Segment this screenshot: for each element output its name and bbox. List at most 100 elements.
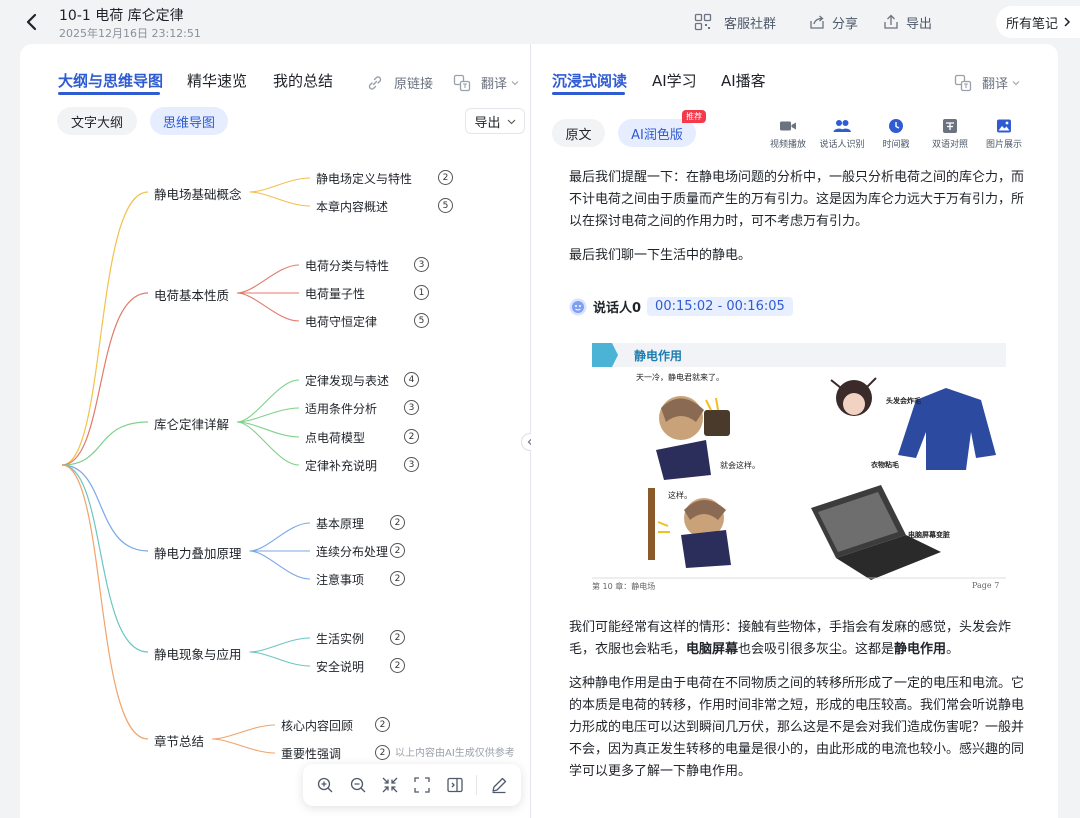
mindmap-toolbar xyxy=(303,764,521,806)
edit-button[interactable] xyxy=(488,774,510,796)
mode-ai-polished[interactable]: AI润色版 xyxy=(618,119,696,147)
image-display-tool[interactable]: 图片展示 xyxy=(977,118,1031,150)
mindmap-child-node[interactable]: 点电荷模型 xyxy=(305,429,365,446)
toolbar-divider xyxy=(476,775,478,795)
mindmap-child-node[interactable]: 本章内容概述 xyxy=(316,198,388,215)
mindmap-child-node[interactable]: 连续分布处理 xyxy=(316,543,388,560)
mindmap-branch-node[interactable]: 电荷基本性质 xyxy=(154,285,229,304)
mindmap-count-badge[interactable]: 2 xyxy=(438,170,453,185)
split-view-button[interactable] xyxy=(444,774,466,796)
users-icon xyxy=(833,120,851,132)
mindmap-child-node[interactable]: 电荷分类与特性 xyxy=(305,257,389,274)
export-top-button[interactable]: 导出 xyxy=(882,10,932,34)
mindmap-child-node[interactable]: 定律补充说明 xyxy=(305,457,377,474)
mindmap-child-node[interactable]: 电荷守恒定律 xyxy=(305,313,377,330)
mindmap-child-connector xyxy=(236,264,300,294)
tab-ai-learning[interactable]: AI学习 xyxy=(652,70,697,91)
collapse-all-button[interactable] xyxy=(379,774,401,796)
book-page-image[interactable]: 静电作用 天一冷，静电君就来了。 就会这样。 头发会炸毛 衣物粘毛 这样。 电脑… xyxy=(586,340,1006,595)
mindmap-count-badge[interactable]: 2 xyxy=(404,429,419,444)
image-icon xyxy=(997,119,1011,133)
mindmap-child-connector xyxy=(236,421,300,466)
mode-original[interactable]: 原文 xyxy=(552,119,605,147)
mindmap-connectors xyxy=(61,177,311,754)
mindmap-count-badge[interactable]: 3 xyxy=(404,457,419,472)
tab-ai-podcast[interactable]: AI播客 xyxy=(721,70,766,91)
timestamp-tool[interactable]: 时间戳 xyxy=(869,118,923,150)
mindmap-count-badge[interactable]: 3 xyxy=(404,400,419,415)
mindmap-count-badge[interactable]: 2 xyxy=(375,745,390,760)
mindmap-child-node[interactable]: 重要性强调 xyxy=(281,745,341,762)
mindmap-count-badge[interactable]: 2 xyxy=(375,717,390,732)
chevron-left-icon xyxy=(26,13,37,31)
mindmap-child-connector xyxy=(236,379,300,423)
mindmap-branch-node[interactable]: 静电场基础概念 xyxy=(154,184,242,203)
mindmap-branch-node[interactable]: 章节总结 xyxy=(154,731,204,750)
mindmap-count-badge[interactable]: 2 xyxy=(390,543,405,558)
timestamp-range[interactable]: 00:15:02 - 00:16:05 xyxy=(647,297,793,316)
mindmap-count-badge[interactable]: 2 xyxy=(390,571,405,586)
mindmap-count-badge[interactable]: 2 xyxy=(390,515,405,530)
book-footer-chapter: 第 10 章：静电场 xyxy=(592,582,656,591)
timestamp-tool-label: 时间戳 xyxy=(882,140,910,150)
video-play-tool[interactable]: 视频播放 xyxy=(761,118,815,150)
bilingual-icon xyxy=(943,119,957,133)
mindmap-branch-connector xyxy=(61,191,149,466)
image-display-label: 图片展示 xyxy=(985,140,1022,150)
back-button[interactable] xyxy=(20,10,44,34)
mindmap-child-node[interactable]: 核心内容回顾 xyxy=(281,717,353,734)
mindmap-child-node[interactable]: 基本原理 xyxy=(316,515,364,532)
mindmap-count-badge[interactable]: 5 xyxy=(414,313,429,328)
mindmap-child-node[interactable]: 注意事项 xyxy=(316,571,364,588)
video-play-label: 视频播放 xyxy=(769,140,806,150)
mindmap-branch-node[interactable]: 静电现象与应用 xyxy=(154,644,242,663)
mindmap-count-badge[interactable]: 2 xyxy=(390,630,405,645)
all-notes-button[interactable]: 所有笔记 xyxy=(996,6,1080,38)
share-button[interactable]: 分享 xyxy=(808,10,858,34)
mindmap-child-node[interactable]: 适用条件分析 xyxy=(305,400,377,417)
top-bar: 10-1 电荷 库仑定律 2025年12月16日 23:12:51 客服社群 分… xyxy=(0,0,1080,44)
bilingual-tool[interactable]: 双语对照 xyxy=(923,118,977,150)
mindmap-child-node[interactable]: 静电场定义与特性 xyxy=(316,170,412,187)
mindmap-child-connector xyxy=(249,550,311,580)
book-footer-page: Page 7 xyxy=(972,581,1000,590)
clock-icon xyxy=(889,119,903,133)
mindmap-count-badge[interactable]: 3 xyxy=(414,257,429,272)
zoom-out-icon xyxy=(350,777,366,793)
paragraph: 最后我们聊一下生活中的静电。 xyxy=(569,248,752,263)
share-icon xyxy=(810,15,824,29)
book-caption: 这样。 xyxy=(668,491,692,500)
translate-icon xyxy=(954,74,972,91)
mindmap-child-connector xyxy=(211,724,276,740)
reading-panel: 沉浸式阅读 AI学习 AI播客 翻译 原文 AI润色版 推荐 视频播放 说话人识… xyxy=(531,44,1058,818)
book-caption: 头发会炸毛 xyxy=(886,397,921,405)
zoom-in-button[interactable] xyxy=(314,774,336,796)
document-title: 10-1 电荷 库仑定律 xyxy=(59,8,184,24)
mindmap-child-node[interactable]: 生活实例 xyxy=(316,630,364,647)
mindmap-branch-node[interactable]: 库仑定律详解 xyxy=(154,414,229,433)
mindmap-child-connector xyxy=(236,292,300,322)
fullscreen-button[interactable] xyxy=(411,774,433,796)
speaker-id-tool[interactable]: 说话人识别 xyxy=(815,118,869,150)
mindmap-branch-connector xyxy=(61,464,149,552)
translate-right-label: 翻译 xyxy=(982,77,1009,92)
service-group-button[interactable]: 客服社群 xyxy=(694,10,776,34)
document-date: 2025年12月16日 23:12:51 xyxy=(59,27,201,40)
grid-qr-icon xyxy=(694,13,712,31)
zoom-in-icon xyxy=(318,777,333,793)
translate-right-button[interactable]: 翻译 xyxy=(954,73,1020,92)
mindmap-child-node[interactable]: 电荷量子性 xyxy=(305,285,365,302)
chevron-right-icon xyxy=(1064,17,1071,27)
mindmap-child-node[interactable]: 定律发现与表述 xyxy=(305,372,389,389)
mindmap-child-node[interactable]: 安全说明 xyxy=(316,658,364,675)
speaker-name: 说话人0 xyxy=(593,301,642,316)
mindmap-branch-node[interactable]: 静电力叠加原理 xyxy=(154,543,242,562)
zoom-out-button[interactable] xyxy=(347,774,369,796)
tab-immersive-reading[interactable]: 沉浸式阅读 xyxy=(552,70,627,91)
mindmap-count-badge[interactable]: 4 xyxy=(404,372,419,387)
mindmap-count-badge[interactable]: 5 xyxy=(438,198,453,213)
shrink-icon xyxy=(382,777,398,793)
mindmap-count-badge[interactable]: 1 xyxy=(414,285,429,300)
book-heading: 静电作用 xyxy=(634,349,683,363)
mindmap-count-badge[interactable]: 2 xyxy=(390,658,405,673)
